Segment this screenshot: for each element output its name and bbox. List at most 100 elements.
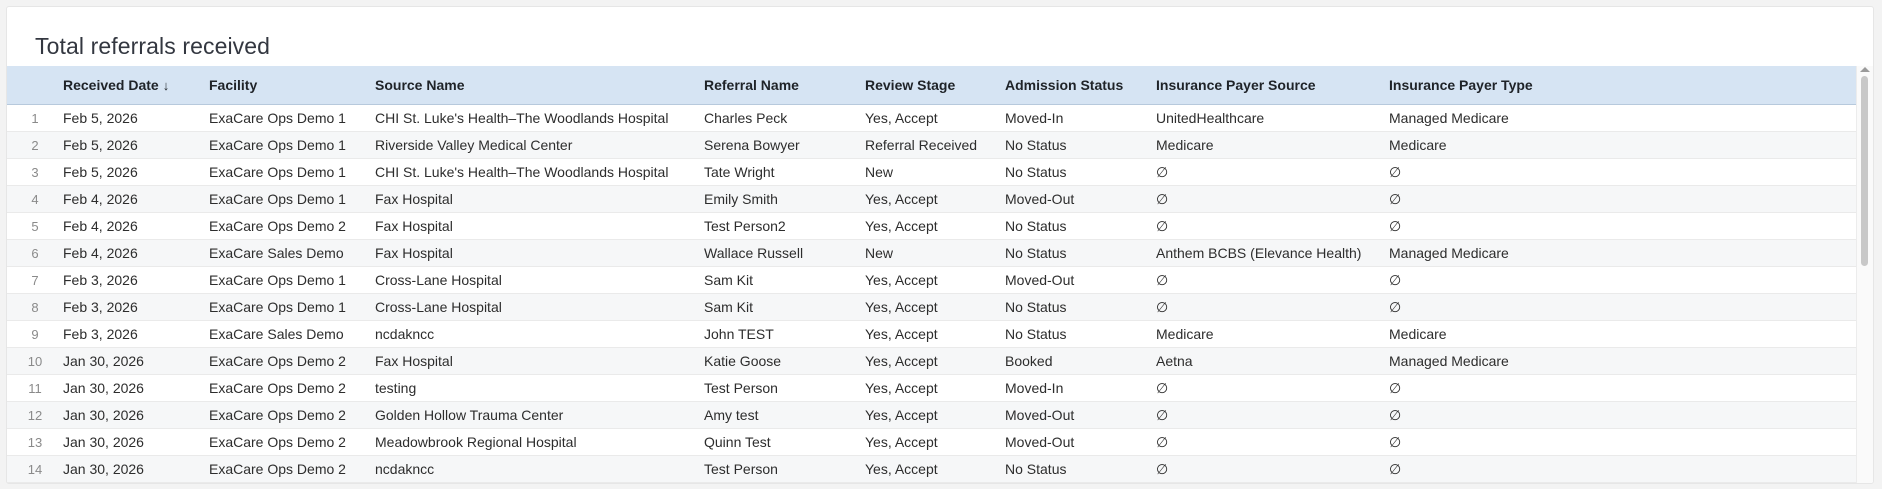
referral-name-cell: Charles Peck — [704, 104, 865, 132]
source-name-cell: ncdakncc — [375, 455, 704, 483]
insurance-payer-source-cell: Anthem BCBS (Elevance Health) — [1156, 239, 1389, 267]
row-number: 13 — [7, 428, 63, 456]
row-number: 1 — [7, 104, 63, 132]
insurance-payer-type-cell: ∅ — [1389, 185, 1857, 213]
admission-status-cell: Moved-In — [1005, 374, 1156, 402]
review-stage-cell: Yes, Accept — [865, 347, 1005, 375]
review-stage-cell: Yes, Accept — [865, 185, 1005, 213]
table-row[interactable]: 2 Feb 5, 2026 ExaCare Ops Demo 1 Riverside … — [7, 131, 1857, 159]
source-name-cell: Riverside Valley Medical Center — [375, 131, 704, 159]
table-row[interactable]: 8 Feb 3, 2026 ExaCare Ops Demo 1 Cross-Lane… — [7, 293, 1857, 321]
received-date-cell: Jan 30, 2026 — [63, 401, 209, 429]
received-date-cell: Feb 4, 2026 — [63, 212, 209, 240]
table-body: 1 Feb 5, 2026 ExaCare Ops Demo 1 CHI St. Lu… — [7, 104, 1857, 483]
row-number: 10 — [7, 347, 63, 375]
facility-cell: ExaCare Sales Demo — [209, 320, 375, 348]
insurance-payer-type-cell: Managed Medicare — [1389, 347, 1857, 375]
referral-name-cell: Test Person — [704, 374, 865, 402]
referral-name-cell: Sam Kit — [704, 293, 865, 321]
admission-status-cell: No Status — [1005, 455, 1156, 483]
received-date-cell: Feb 5, 2026 — [63, 104, 209, 132]
table-row[interactable]: 6 Feb 4, 2026 ExaCare Sales Demo Fax Hospit… — [7, 239, 1857, 267]
review-stage-cell: Yes, Accept — [865, 293, 1005, 321]
insurance-payer-type-cell: Medicare — [1389, 131, 1857, 159]
table-row[interactable]: 11 Jan 30, 2026 ExaCare Ops Demo 2 testing T… — [7, 374, 1857, 402]
received-date-cell: Feb 5, 2026 — [63, 158, 209, 186]
insurance-payer-type-cell: Managed Medicare — [1389, 104, 1857, 132]
vertical-scrollbar[interactable] — [1856, 66, 1873, 483]
table-row[interactable]: 9 Feb 3, 2026 ExaCare Sales Demo ncdakncc Jo… — [7, 320, 1857, 348]
table-row[interactable]: 13 Jan 30, 2026 ExaCare Ops Demo 2 Meadowbr… — [7, 428, 1857, 456]
source-name-cell: Fax Hospital — [375, 185, 704, 213]
source-name-cell: Fax Hospital — [375, 347, 704, 375]
referral-name-cell: Katie Goose — [704, 347, 865, 375]
review-stage-cell: Yes, Accept — [865, 266, 1005, 294]
source-name-cell: Fax Hospital — [375, 212, 704, 240]
source-name-cell: ncdakncc — [375, 320, 704, 348]
column-header-insurance-payer-source[interactable]: Insurance Payer Source — [1156, 66, 1389, 105]
row-number: 8 — [7, 293, 63, 321]
source-name-cell: Cross-Lane Hospital — [375, 266, 704, 294]
row-number: 14 — [7, 455, 63, 483]
insurance-payer-source-cell: ∅ — [1156, 455, 1389, 483]
insurance-payer-type-cell: ∅ — [1389, 158, 1857, 186]
sort-descending-icon[interactable]: ↓ — [163, 78, 170, 93]
referrals-table-container: Received Date ↓ Facility Source Name Refe… — [7, 66, 1857, 483]
admission-status-cell: Moved-Out — [1005, 401, 1156, 429]
admission-status-cell: Booked — [1005, 347, 1156, 375]
column-header-received-date[interactable]: Received Date ↓ — [63, 66, 209, 105]
insurance-payer-type-cell: ∅ — [1389, 401, 1857, 429]
facility-cell: ExaCare Ops Demo 1 — [209, 104, 375, 132]
source-name-cell: Meadowbrook Regional Hospital — [375, 428, 704, 456]
review-stage-cell: New — [865, 239, 1005, 267]
review-stage-cell: Yes, Accept — [865, 104, 1005, 132]
table-row[interactable]: 4 Feb 4, 2026 ExaCare Ops Demo 1 Fax Hospit… — [7, 185, 1857, 213]
table-row[interactable]: 1 Feb 5, 2026 ExaCare Ops Demo 1 CHI St. Lu… — [7, 104, 1857, 132]
insurance-payer-source-cell: ∅ — [1156, 428, 1389, 456]
admission-status-cell: No Status — [1005, 131, 1156, 159]
column-header-admission-status[interactable]: Admission Status — [1005, 66, 1156, 105]
column-header-label: Insurance Payer Source — [1156, 77, 1316, 93]
review-stage-cell: Yes, Accept — [865, 374, 1005, 402]
insurance-payer-source-cell: ∅ — [1156, 212, 1389, 240]
review-stage-cell: Yes, Accept — [865, 428, 1005, 456]
table-row[interactable]: 5 Feb 4, 2026 ExaCare Ops Demo 2 Fax Hospit… — [7, 212, 1857, 240]
received-date-cell: Jan 30, 2026 — [63, 347, 209, 375]
facility-cell: ExaCare Ops Demo 1 — [209, 158, 375, 186]
column-header-facility[interactable]: Facility — [209, 66, 375, 105]
column-header-label: Referral Name — [704, 77, 799, 93]
table-row[interactable]: 7 Feb 3, 2026 ExaCare Ops Demo 1 Cross-Lane… — [7, 266, 1857, 294]
admission-status-cell: No Status — [1005, 320, 1156, 348]
table-header-row: Received Date ↓ Facility Source Name Refe… — [7, 66, 1857, 105]
referrals-table: Received Date ↓ Facility Source Name Refe… — [7, 66, 1857, 483]
source-name-cell: CHI St. Luke's Health–The Woodlands Hosp… — [375, 104, 704, 132]
scroll-up-arrow-icon[interactable] — [1860, 67, 1870, 72]
row-number: 5 — [7, 212, 63, 240]
column-header-source-name[interactable]: Source Name — [375, 66, 704, 105]
referral-name-cell: Serena Bowyer — [704, 131, 865, 159]
referral-name-cell: John TEST — [704, 320, 865, 348]
column-header-review-stage[interactable]: Review Stage — [865, 66, 1005, 105]
column-header-label: Admission Status — [1005, 77, 1124, 93]
referral-name-cell: Test Person — [704, 455, 865, 483]
insurance-payer-source-cell: Medicare — [1156, 131, 1389, 159]
admission-status-cell: Moved-Out — [1005, 185, 1156, 213]
table-row[interactable]: 3 Feb 5, 2026 ExaCare Ops Demo 1 CHI St. Lu… — [7, 158, 1857, 186]
facility-cell: ExaCare Ops Demo 1 — [209, 293, 375, 321]
admission-status-cell: No Status — [1005, 293, 1156, 321]
review-stage-cell: Yes, Accept — [865, 455, 1005, 483]
table-row[interactable]: 10 Jan 30, 2026 ExaCare Ops Demo 2 Fax Hosp… — [7, 347, 1857, 375]
insurance-payer-source-cell: UnitedHealthcare — [1156, 104, 1389, 132]
scrollbar-thumb[interactable] — [1861, 76, 1868, 266]
review-stage-cell: Yes, Accept — [865, 212, 1005, 240]
source-name-cell: Fax Hospital — [375, 239, 704, 267]
insurance-payer-source-cell: Medicare — [1156, 320, 1389, 348]
table-row[interactable]: 12 Jan 30, 2026 ExaCare Ops Demo 2 Golden H… — [7, 401, 1857, 429]
column-header-referral-name[interactable]: Referral Name — [704, 66, 865, 105]
column-header-insurance-payer-type[interactable]: Insurance Payer Type — [1389, 66, 1857, 105]
received-date-cell: Jan 30, 2026 — [63, 455, 209, 483]
received-date-cell: Feb 5, 2026 — [63, 131, 209, 159]
facility-cell: ExaCare Ops Demo 2 — [209, 212, 375, 240]
table-row[interactable]: 14 Jan 30, 2026 ExaCare Ops Demo 2 ncdakncc… — [7, 455, 1857, 483]
received-date-cell: Feb 4, 2026 — [63, 185, 209, 213]
